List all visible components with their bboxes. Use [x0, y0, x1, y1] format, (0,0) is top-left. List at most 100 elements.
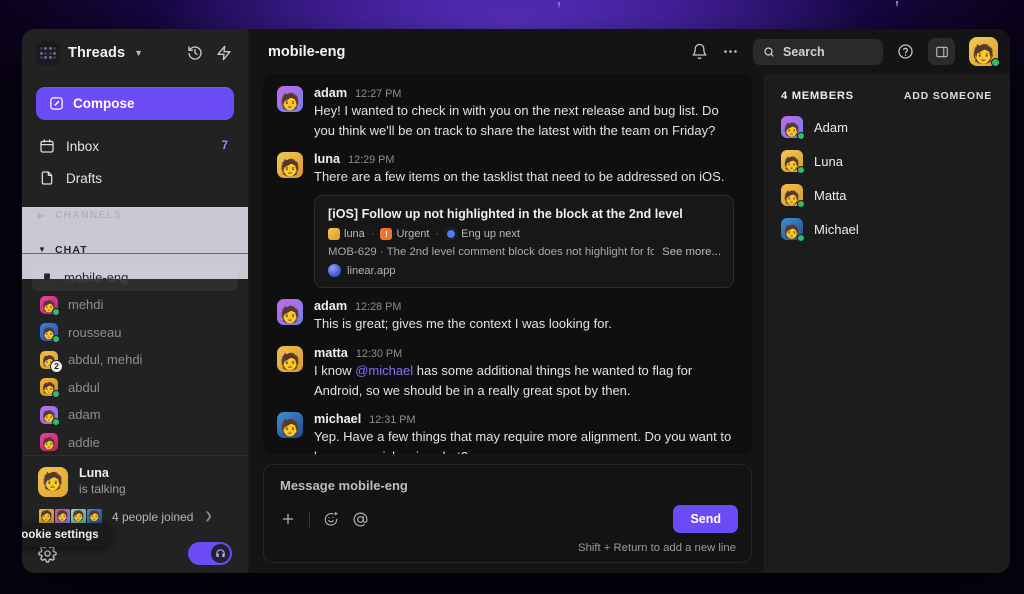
- top-bar: mobile-eng Search 🧑: [249, 29, 1010, 75]
- sparkle-decoration: [896, 1, 898, 8]
- now-talking-row[interactable]: 🧑 Luna is talking: [22, 456, 248, 503]
- message-item: 🧑 luna 12:29 PM There are a few items on…: [277, 152, 738, 289]
- message-text: Hey! I wanted to check in with you on th…: [314, 103, 719, 139]
- sidebar-item-abdul[interactable]: 🧑 abdul: [32, 374, 238, 400]
- sidebar-item-mehdi[interactable]: 🧑 mehdi: [32, 292, 238, 318]
- mention-icon[interactable]: [352, 511, 369, 528]
- activity-bolt-icon[interactable]: [216, 45, 232, 61]
- sidebar-item-mobile-eng[interactable]: mobile-eng: [32, 264, 238, 291]
- message-time: 12:29 PM: [348, 154, 395, 167]
- message-time: 12:27 PM: [355, 88, 402, 101]
- compose-label: Compose: [73, 96, 135, 112]
- emoji-picker-icon[interactable]: [323, 511, 339, 527]
- sidebar-item-rousseau[interactable]: 🧑 rousseau: [32, 319, 238, 345]
- search-placeholder: Search: [783, 44, 825, 59]
- sidebar-nav: Inbox 7 Drafts: [22, 131, 248, 193]
- mention-link[interactable]: @michael: [355, 363, 413, 378]
- channel-label: abdul: [68, 379, 100, 395]
- message-time: 12:31 PM: [369, 413, 416, 426]
- talking-name: Luna: [79, 466, 109, 481]
- member-name: Luna: [814, 153, 843, 169]
- member-row-michael[interactable]: 🧑 Michael: [781, 218, 992, 243]
- card-priority-label: Urgent: [396, 228, 430, 241]
- history-icon[interactable]: [187, 45, 203, 61]
- sidebar-item-drafts[interactable]: Drafts: [32, 163, 238, 193]
- message-item: 🧑 adam 12:27 PM Hey! I wanted to check i…: [277, 86, 738, 141]
- unread-count-badge: 2: [50, 359, 63, 373]
- threads-logo-icon[interactable]: [36, 41, 60, 65]
- link-preview-card[interactable]: [iOS] Follow up not highlighted in the b…: [314, 195, 734, 289]
- side-panel-icon[interactable]: [928, 38, 955, 65]
- avatar: 🧑: [40, 433, 58, 452]
- members-list: 🧑 Adam 🧑 Luna 🧑 Matta 🧑 Michael: [781, 116, 992, 243]
- more-horizontal-icon[interactable]: [722, 43, 739, 60]
- member-row-adam[interactable]: 🧑 Adam: [781, 116, 992, 141]
- add-attachment-icon[interactable]: [280, 511, 296, 527]
- sidebar-bottom: 🧑 Luna is talking 🧑 🧑 🧑 🧑 4 people joine…: [22, 455, 248, 573]
- card-status: Eng up next: [445, 228, 520, 241]
- chevron-right-icon: ❯: [204, 511, 213, 522]
- inbox-calendar-icon: [39, 138, 55, 154]
- message-author: matta: [314, 345, 348, 360]
- cookie-settings-button[interactable]: Cookie settings: [22, 523, 110, 547]
- avatar: 🧑: [40, 405, 60, 426]
- message-text: There are a few items on the tasklist th…: [314, 169, 725, 185]
- message-item: 🧑 adam 12:28 PM This is great; gives me …: [277, 299, 738, 334]
- member-row-luna[interactable]: 🧑 Luna: [781, 150, 992, 175]
- brand-name[interactable]: Threads: [68, 45, 125, 61]
- left-sidebar: Threads ▼ Compose Inbox 7 Drafts ▶ CHANN…: [22, 29, 249, 573]
- composer-input[interactable]: Message mobile-eng: [280, 478, 738, 493]
- message-text-before: I know: [314, 362, 356, 378]
- avatar: 🧑: [277, 411, 303, 438]
- member-row-matta[interactable]: 🧑 Matta: [781, 184, 992, 209]
- headset-icon: [211, 543, 230, 563]
- message-time: 12:28 PM: [355, 301, 402, 314]
- send-button[interactable]: Send: [673, 505, 738, 533]
- sidebar-item-inbox[interactable]: Inbox 7: [32, 131, 238, 161]
- sidebar-item-label: Inbox: [66, 138, 100, 154]
- channel-label: mobile-eng: [64, 270, 129, 286]
- message-composer[interactable]: Message mobile-eng Send Shift + Return t…: [263, 464, 752, 563]
- message-time: 12:30 PM: [355, 347, 403, 360]
- help-circle-icon[interactable]: [897, 43, 914, 60]
- channel-list: mobile-eng 🧑 mehdi 🧑 rousseau 🧑 2 abdul,…: [22, 264, 248, 455]
- section-header-chat[interactable]: ▼ CHAT: [22, 237, 248, 262]
- headset-toggle[interactable]: [188, 541, 232, 565]
- members-count-label: 4 MEMBERS: [781, 90, 854, 103]
- card-source[interactable]: linear.app: [328, 264, 721, 278]
- compose-button[interactable]: Compose: [36, 87, 234, 121]
- message-author: michael: [314, 411, 362, 426]
- sidebar-item-adam[interactable]: 🧑 adam: [32, 401, 238, 427]
- avatar: 🧑: [277, 152, 303, 179]
- add-someone-button[interactable]: ADD SOMEONE: [904, 90, 992, 102]
- member-name: Michael: [814, 221, 859, 237]
- user-avatar[interactable]: 🧑: [969, 37, 1000, 67]
- avatar: 🧑: [40, 378, 60, 399]
- avatar: 🧑: [38, 466, 68, 497]
- card-title: [iOS] Follow up not highlighted in the b…: [328, 207, 683, 222]
- avatar: 🧑: [781, 150, 805, 175]
- section-label: CHAT: [55, 243, 88, 256]
- message-item: 🧑 matta 12:30 PM I know @michael has som…: [277, 345, 738, 401]
- message-list[interactable]: 🧑 adam 12:27 PM Hey! I wanted to check i…: [263, 74, 752, 454]
- channel-label: addie: [68, 434, 100, 450]
- sidebar-item-addie[interactable]: 🧑 addie: [32, 429, 238, 455]
- sidebar-item-label: Drafts: [66, 170, 103, 186]
- message-text: Yep. Have a few things that may require …: [314, 428, 732, 454]
- member-name: Adam: [814, 119, 848, 135]
- avatar: 🧑: [40, 323, 60, 344]
- assignee-avatar-icon: [328, 228, 340, 241]
- search-input[interactable]: Search: [753, 38, 883, 65]
- member-name: Matta: [814, 187, 847, 203]
- separator-dot: ·: [435, 228, 440, 241]
- message-text: This is great; gives me the context I wa…: [314, 316, 612, 332]
- see-more-link[interactable]: See more...: [662, 246, 721, 258]
- card-description: MOB-629 · The 2nd level comment block do…: [328, 246, 655, 259]
- card-assignee-label: luna: [344, 228, 365, 241]
- main-column: mobile-eng Search 🧑 🧑 adam 12:27 PM Hey!…: [249, 29, 1010, 573]
- bell-icon[interactable]: [691, 43, 708, 60]
- chevron-down-icon[interactable]: ▼: [134, 48, 143, 58]
- section-header-channels[interactable]: ▶ CHANNELS: [22, 202, 248, 227]
- status-circle-icon: [445, 228, 458, 241]
- sidebar-item-abdul-mehdi[interactable]: 🧑 2 abdul, mehdi: [32, 347, 238, 373]
